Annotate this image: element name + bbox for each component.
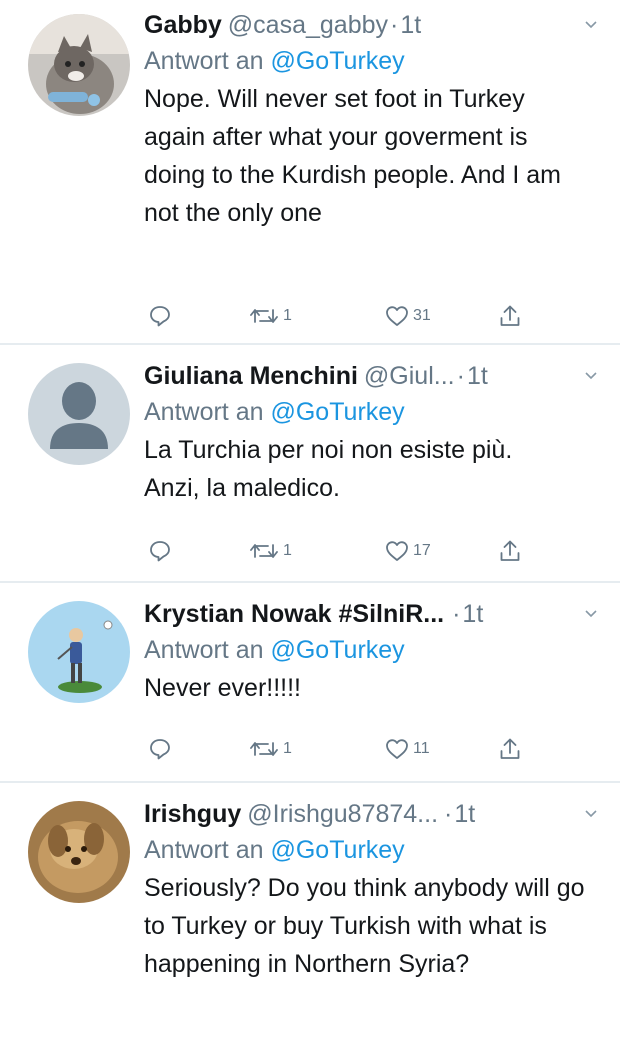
separator-dot: · [452, 600, 461, 628]
reply-context: Antwort an @GoTurkey [144, 635, 608, 665]
timestamp[interactable]: 1t [454, 799, 475, 829]
reply-icon [150, 739, 170, 760]
separator-dot: · [444, 800, 453, 828]
reply-mention-link[interactable]: @GoTurkey [270, 636, 404, 664]
separator-dot: · [456, 362, 465, 390]
author-name[interactable]: Irishguy [144, 799, 241, 829]
share-button[interactable] [498, 302, 522, 330]
tweet-header: Gabby @casa_gabby · 1t [144, 10, 608, 40]
tweet-actions: 1 17 [144, 537, 544, 565]
tweet-actions: 1 11 [144, 735, 544, 763]
chevron-down-icon[interactable] [584, 18, 598, 32]
chevron-down-icon[interactable] [584, 369, 598, 383]
timestamp[interactable]: 1t [400, 10, 421, 40]
like-count: 31 [413, 307, 431, 324]
like-button[interactable]: 11 [384, 735, 430, 763]
tweet-header: Giuliana Menchini @Giul... · 1t [144, 361, 608, 391]
share-button[interactable] [498, 537, 522, 565]
tweet-text: Nope. Will never set foot in Turkey agai… [144, 85, 561, 227]
retweet-icon [250, 742, 278, 756]
tweet-text: Seriously? Do you think anybody will go … [144, 874, 585, 978]
avatar[interactable] [28, 14, 130, 116]
retweet-button[interactable]: 1 [248, 735, 292, 763]
heart-icon [386, 739, 408, 759]
retweet-count: 1 [283, 740, 292, 757]
reply-mention-link[interactable]: @GoTurkey [270, 47, 404, 75]
author-name[interactable]: Giuliana Menchini [144, 361, 358, 391]
reply-context: Antwort an @GoTurkey [144, 835, 608, 865]
chevron-down-icon[interactable] [584, 607, 598, 621]
heart-icon [386, 306, 408, 326]
golfer-illustration-avatar-icon [28, 601, 130, 703]
heart-icon [386, 541, 408, 561]
reply-prefix: Antwort an [144, 836, 264, 864]
reply-prefix: Antwort an [144, 47, 264, 75]
share-button[interactable] [498, 735, 522, 763]
retweet-button[interactable]: 1 [248, 537, 292, 565]
reply-button[interactable] [148, 537, 175, 565]
reply-mention-link[interactable]: @GoTurkey [270, 398, 404, 426]
retweet-count: 1 [283, 542, 292, 559]
retweet-icon [250, 309, 278, 323]
like-button[interactable]: 17 [384, 537, 431, 565]
like-count: 11 [413, 740, 430, 757]
reply-prefix: Antwort an [144, 398, 264, 426]
retweet-button[interactable]: 1 [248, 302, 292, 330]
tweet-header: Irishguy @Irishgu87874... · 1t [144, 799, 608, 829]
reply-mention-link[interactable]: @GoTurkey [270, 836, 404, 864]
reply-prefix: Antwort an [144, 636, 264, 664]
default-person-avatar-icon [28, 363, 130, 465]
cat-photo-avatar-icon [28, 14, 130, 116]
share-icon [500, 305, 520, 326]
tweet[interactable]: Gabby @casa_gabby · 1t Antwort an @GoTur… [0, 0, 620, 345]
like-button[interactable]: 31 [384, 302, 431, 330]
reply-button[interactable] [148, 735, 175, 763]
tweet[interactable]: Krystian Nowak #SilniR... · 1t Antwort a… [0, 583, 620, 783]
separator-dot: · [390, 11, 399, 39]
reply-icon [150, 306, 170, 327]
share-icon [500, 540, 520, 561]
reply-icon [150, 541, 170, 562]
avatar[interactable] [28, 601, 130, 703]
dog-photo-avatar-icon [28, 801, 130, 903]
retweet-count: 1 [283, 307, 292, 324]
tweet-text: Never ever!!!!! [144, 674, 301, 702]
reply-button[interactable] [148, 302, 175, 330]
like-count: 17 [413, 542, 431, 559]
share-icon [500, 738, 520, 759]
author-name[interactable]: Gabby [144, 10, 222, 40]
tweet[interactable]: Irishguy @Irishgu87874... · 1t Antwort a… [0, 783, 620, 1042]
avatar[interactable] [28, 801, 130, 903]
tweet[interactable]: Giuliana Menchini @Giul... · 1t Antwort … [0, 345, 620, 583]
reply-context: Antwort an @GoTurkey [144, 46, 608, 76]
tweet-text: La Turchia per noi non esiste più. Anzi,… [144, 436, 513, 502]
tweet-actions: 1 31 [144, 302, 544, 330]
timestamp[interactable]: 1t [462, 599, 483, 629]
author-handle[interactable]: @casa_gabby [228, 10, 388, 40]
avatar[interactable] [28, 363, 130, 465]
timestamp[interactable]: 1t [467, 361, 488, 391]
author-name[interactable]: Krystian Nowak #SilniR... [144, 599, 444, 629]
tweet-header: Krystian Nowak #SilniR... · 1t [144, 599, 608, 629]
chevron-down-icon[interactable] [584, 807, 598, 821]
author-handle[interactable]: @Irishgu87874... [247, 799, 438, 829]
reply-context: Antwort an @GoTurkey [144, 397, 608, 427]
author-handle[interactable]: @Giul... [364, 361, 455, 391]
retweet-icon [250, 544, 278, 558]
